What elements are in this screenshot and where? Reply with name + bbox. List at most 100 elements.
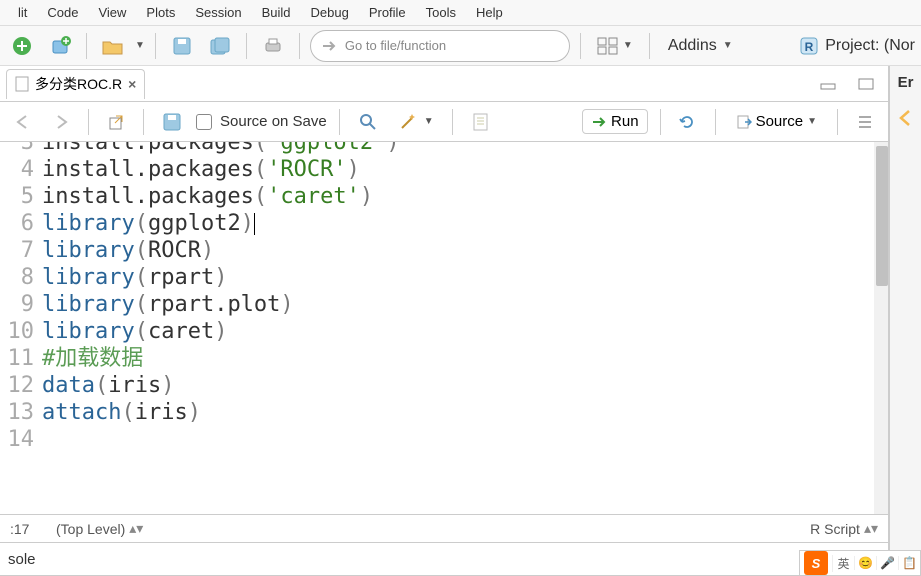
vertical-scrollbar[interactable] (874, 142, 888, 514)
arrow-right-icon (52, 114, 70, 130)
new-file-button[interactable] (6, 31, 38, 61)
minimize-icon (819, 77, 837, 91)
code-content[interactable]: install.packages('ggplot2')install.packa… (42, 142, 888, 514)
scope-selector[interactable]: (Top Level) ▴▾ (50, 520, 149, 537)
ime-indicator[interactable]: S 英 😊 🎤 📋 (799, 550, 921, 576)
print-button[interactable] (257, 31, 289, 61)
run-icon (591, 115, 607, 129)
menu-plots[interactable]: Plots (136, 2, 185, 23)
outline-button[interactable] (850, 112, 880, 132)
cube-plus-icon (49, 35, 71, 57)
right-sidebar: Er (889, 66, 921, 576)
save-all-button[interactable] (204, 31, 236, 61)
ime-cell-3[interactable]: 📋 (898, 556, 920, 570)
main-area: 多分类ROC.R × Source on Save ▼ (0, 66, 921, 576)
ime-cell-2[interactable]: 🎤 (876, 556, 898, 570)
separator (452, 109, 453, 135)
source-on-save-checkbox[interactable] (196, 114, 212, 130)
file-tab[interactable]: 多分类ROC.R × (6, 69, 145, 99)
separator (837, 109, 838, 135)
menu-tools[interactable]: Tools (416, 2, 466, 23)
close-tab-icon[interactable]: × (128, 76, 136, 92)
menu-debug[interactable]: Debug (301, 2, 359, 23)
source-toolbar: Source on Save ▼ Run Source ▼ (0, 102, 888, 142)
new-file-icon (11, 35, 33, 57)
popout-button[interactable] (101, 111, 131, 133)
goto-arrow-icon (321, 38, 337, 54)
menu-code[interactable]: Code (37, 2, 88, 23)
compile-report-button[interactable] (465, 110, 495, 134)
run-button[interactable]: Run (582, 109, 648, 134)
panes-icon (597, 37, 619, 55)
addins-menu[interactable]: Addins ▼ (660, 37, 741, 55)
project-label: Project: (Nor (825, 37, 915, 55)
source-on-save-label: Source on Save (220, 113, 327, 130)
menu-lit[interactable]: lit (8, 2, 37, 23)
console-pane-header: sole (0, 542, 888, 576)
save-icon (172, 36, 192, 56)
arrow-left-icon (14, 114, 32, 130)
maximize-pane-button[interactable] (850, 69, 882, 99)
panes-layout-button[interactable]: ▼ (591, 37, 639, 55)
goto-file-function[interactable]: Go to file/function (310, 30, 570, 62)
goto-placeholder: Go to file/function (345, 38, 446, 53)
separator (580, 33, 581, 59)
save-all-icon (209, 36, 231, 56)
new-project-button[interactable] (44, 31, 76, 61)
separator (299, 33, 300, 59)
separator (88, 109, 89, 135)
menu-build[interactable]: Build (252, 2, 301, 23)
source-pane: 多分类ROC.R × Source on Save ▼ (0, 66, 889, 576)
svg-text:R: R (805, 40, 814, 54)
popout-icon (107, 113, 125, 131)
open-recent-dropdown[interactable]: ▼ (135, 40, 145, 51)
separator (660, 109, 661, 135)
editor-tabs: 多分类ROC.R × (0, 66, 888, 102)
right-collapse-button[interactable] (895, 107, 917, 129)
forward-button[interactable] (46, 112, 76, 132)
code-editor[interactable]: 34567891011121314 install.packages('ggpl… (0, 142, 888, 514)
separator (649, 33, 650, 59)
separator (246, 33, 247, 59)
right-panel-label: Er (898, 74, 914, 91)
separator (143, 109, 144, 135)
chevron-left-icon (895, 107, 917, 129)
code-tools-button[interactable]: ▼ (392, 110, 440, 134)
line-gutter: 34567891011121314 (0, 142, 42, 514)
menu-view[interactable]: View (88, 2, 136, 23)
rerun-icon (679, 114, 697, 130)
save-button[interactable] (166, 31, 198, 61)
maximize-icon (857, 77, 875, 91)
main-toolbar: ▼ Go to file/function ▼ Addins ▼ R Proje… (0, 26, 921, 66)
run-label: Run (611, 113, 639, 130)
console-title: sole (8, 551, 36, 568)
save-file-button[interactable] (156, 110, 188, 134)
editor-statusbar: :17 (Top Level) ▴▾ R Script ▴▾ (0, 514, 888, 542)
r-file-icon (15, 76, 29, 92)
scrollbar-thumb[interactable] (876, 146, 888, 286)
find-button[interactable] (352, 110, 384, 134)
separator (339, 109, 340, 135)
source-label: Source (756, 113, 804, 130)
rerun-button[interactable] (673, 112, 703, 132)
ime-cell-1[interactable]: 😊 (854, 556, 876, 570)
open-file-button[interactable] (97, 31, 129, 61)
file-type-selector[interactable]: R Script ▴▾ (810, 520, 878, 537)
save-icon (162, 112, 182, 132)
source-button[interactable]: Source ▼ (728, 110, 825, 133)
source-icon (736, 114, 752, 130)
menu-profile[interactable]: Profile (359, 2, 416, 23)
menu-help[interactable]: Help (466, 2, 513, 23)
ime-lang[interactable]: 英 (832, 555, 854, 572)
tab-filename: 多分类ROC.R (35, 74, 122, 94)
file-type-label: R Script (810, 521, 860, 537)
back-button[interactable] (8, 112, 38, 132)
separator (155, 33, 156, 59)
project-menu[interactable]: R Project: (Nor (799, 36, 915, 56)
print-icon (262, 36, 284, 56)
folder-open-icon (101, 36, 125, 56)
search-icon (358, 112, 378, 132)
minimize-pane-button[interactable] (812, 69, 844, 99)
menu-session[interactable]: Session (185, 2, 251, 23)
cursor-position: :17 (10, 521, 50, 537)
